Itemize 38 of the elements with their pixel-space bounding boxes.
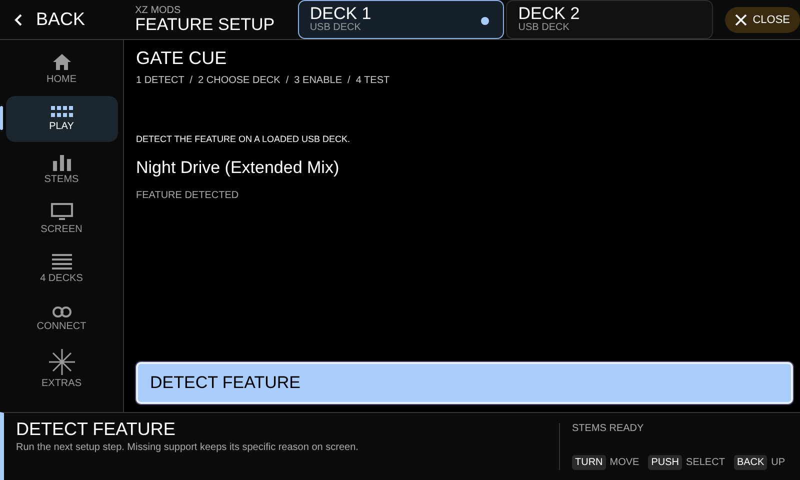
lines-icon (52, 254, 72, 270)
status-text: FEATURE DETECTED (136, 190, 240, 201)
track-title: Night Drive (Extended Mix) (136, 158, 340, 178)
deck-tab[interactable]: DECK 1 USB DECK (298, 0, 504, 39)
key-badge: BACK (734, 455, 768, 470)
sidebar-item[interactable]: CONNECT (6, 296, 118, 342)
sidebar-item[interactable]: SCREEN (6, 196, 118, 242)
infinity-icon (52, 306, 72, 318)
instruction-text: DETECT THE FEATURE ON A LOADED USB DECK. (136, 134, 352, 144)
starburst-icon (48, 349, 74, 375)
back-button[interactable]: BACK (0, 0, 122, 38)
key-action-label: SELECT (686, 457, 725, 468)
chevron-left-icon (14, 12, 24, 26)
footer-description: Run the next setup step. Missing support keeps its specific reason on screen. (16, 442, 360, 453)
detect-feature-button[interactable]: DETECT FEATURE (136, 362, 793, 404)
close-icon (734, 14, 747, 26)
monitor-icon (50, 203, 72, 221)
sidebar-item[interactable]: HOME (6, 46, 118, 92)
key-action-label: UP (771, 457, 786, 468)
grid-icon (50, 106, 72, 118)
section-title: GATE CUE (136, 48, 228, 69)
deck-tab[interactable]: DECK 2 USB DECK (506, 0, 713, 39)
key-action-label: MOVE (610, 457, 640, 468)
sidebar-item[interactable]: 4 DECKS (6, 246, 118, 292)
app-name: XZ MODS (135, 6, 182, 16)
page-title: FEATURE SETUP (135, 16, 276, 33)
home-icon (52, 53, 72, 71)
close-button[interactable]: CLOSE (724, 6, 800, 32)
key-badge: TURN (572, 455, 606, 470)
sidebar-item[interactable]: EXTRAS (6, 346, 118, 392)
status-label: STEMS READY (572, 423, 645, 434)
sidebar-item[interactable]: PLAY (6, 96, 118, 142)
selection-indicator (0, 106, 2, 130)
step-list: 1 DETECT / 2 CHOOSE DECK / 3 ENABLE / 4 TEST (136, 75, 793, 86)
key-badge: PUSH (648, 455, 682, 470)
footer-title: DETECT FEATURE (16, 419, 176, 440)
sidebar-item[interactable]: STEMS (6, 146, 118, 192)
bar-chart-icon (52, 153, 70, 171)
